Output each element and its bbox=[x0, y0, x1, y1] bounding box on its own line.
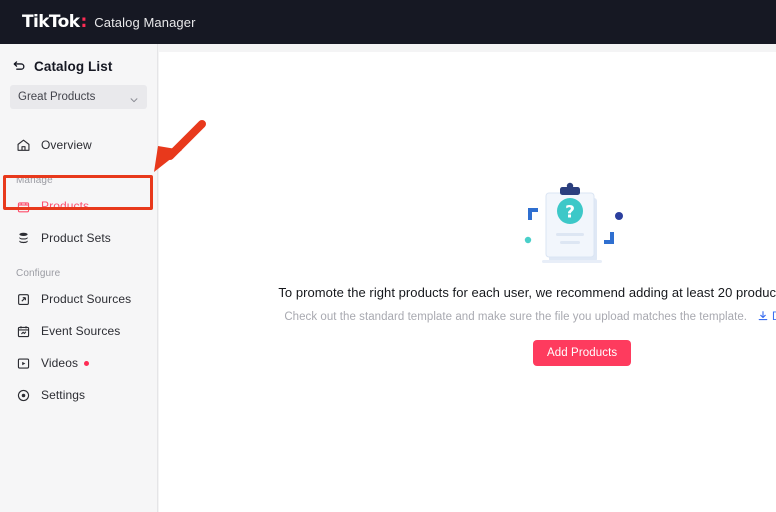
products-bag-icon bbox=[16, 199, 31, 214]
gear-target-icon bbox=[16, 388, 31, 403]
home-icon bbox=[16, 138, 31, 153]
download-template-label: Download Template bbox=[772, 311, 776, 323]
event-calendar-icon bbox=[16, 324, 31, 339]
sidebar: Catalog List Great Products Overview Man… bbox=[0, 44, 158, 512]
sidebar-item-settings[interactable]: Settings bbox=[0, 379, 157, 411]
catalog-selector-dropdown[interactable]: Great Products bbox=[10, 85, 147, 109]
clipboard-question-illustration: ? bbox=[516, 178, 626, 274]
catalog-list-title: Catalog List bbox=[34, 59, 113, 74]
videos-new-badge-dot bbox=[84, 360, 90, 366]
download-template-link[interactable]: Download Template bbox=[757, 311, 776, 323]
app-root: TikTok : Catalog Manager Catalog List Gr… bbox=[0, 0, 776, 512]
svg-text:?: ? bbox=[565, 203, 575, 223]
sidebar-item-label: Overview bbox=[41, 138, 92, 152]
brand-separator-colon: : bbox=[80, 12, 88, 32]
sidebar-item-label: Videos bbox=[41, 356, 79, 370]
video-icon bbox=[16, 356, 31, 371]
sidebar-section-configure: Configure bbox=[16, 268, 61, 279]
top-header-bar: TikTok : Catalog Manager bbox=[0, 0, 776, 44]
catalog-selector-value: Great Products bbox=[18, 91, 96, 103]
app-title: Catalog Manager bbox=[94, 15, 196, 30]
sidebar-item-product-sets[interactable]: Product Sets bbox=[0, 222, 157, 254]
sidebar-item-overview[interactable]: Overview bbox=[0, 129, 157, 161]
source-arrow-icon bbox=[16, 292, 31, 307]
empty-state-subtext: Check out the standard template and make… bbox=[284, 311, 748, 323]
main-content-panel: ? To promote the right products for each… bbox=[159, 52, 776, 512]
sidebar-item-label: Settings bbox=[41, 388, 86, 402]
back-arrow-icon[interactable] bbox=[12, 60, 26, 74]
catalog-list-header[interactable]: Catalog List bbox=[12, 59, 157, 74]
sidebar-section-manage: Manage bbox=[16, 175, 53, 186]
download-icon bbox=[757, 310, 769, 322]
layers-icon bbox=[16, 231, 31, 246]
sidebar-item-label: Event Sources bbox=[41, 324, 121, 338]
add-products-button[interactable]: Add Products bbox=[533, 340, 632, 366]
sidebar-item-label: Product Sets bbox=[41, 231, 111, 245]
sidebar-item-event-sources[interactable]: Event Sources bbox=[0, 315, 157, 347]
sidebar-item-videos[interactable]: Videos bbox=[0, 347, 157, 379]
sidebar-item-products[interactable]: Products bbox=[0, 190, 157, 222]
sidebar-item-product-sources[interactable]: Product Sources bbox=[0, 283, 157, 315]
tiktok-wordmark: TikTok bbox=[22, 12, 80, 32]
sidebar-item-label: Products bbox=[41, 199, 90, 213]
empty-state: ? To promote the right products for each… bbox=[159, 52, 776, 512]
chevron-down-icon bbox=[129, 92, 139, 103]
brand-logo-group[interactable]: TikTok : Catalog Manager bbox=[22, 12, 196, 32]
sidebar-nav: Overview Manage Products Product Sets Co… bbox=[0, 129, 157, 411]
empty-state-subtext-row: Check out the standard template and make… bbox=[159, 310, 776, 323]
empty-state-headline: To promote the right products for each u… bbox=[278, 285, 776, 300]
sidebar-item-label: Product Sources bbox=[41, 292, 132, 306]
